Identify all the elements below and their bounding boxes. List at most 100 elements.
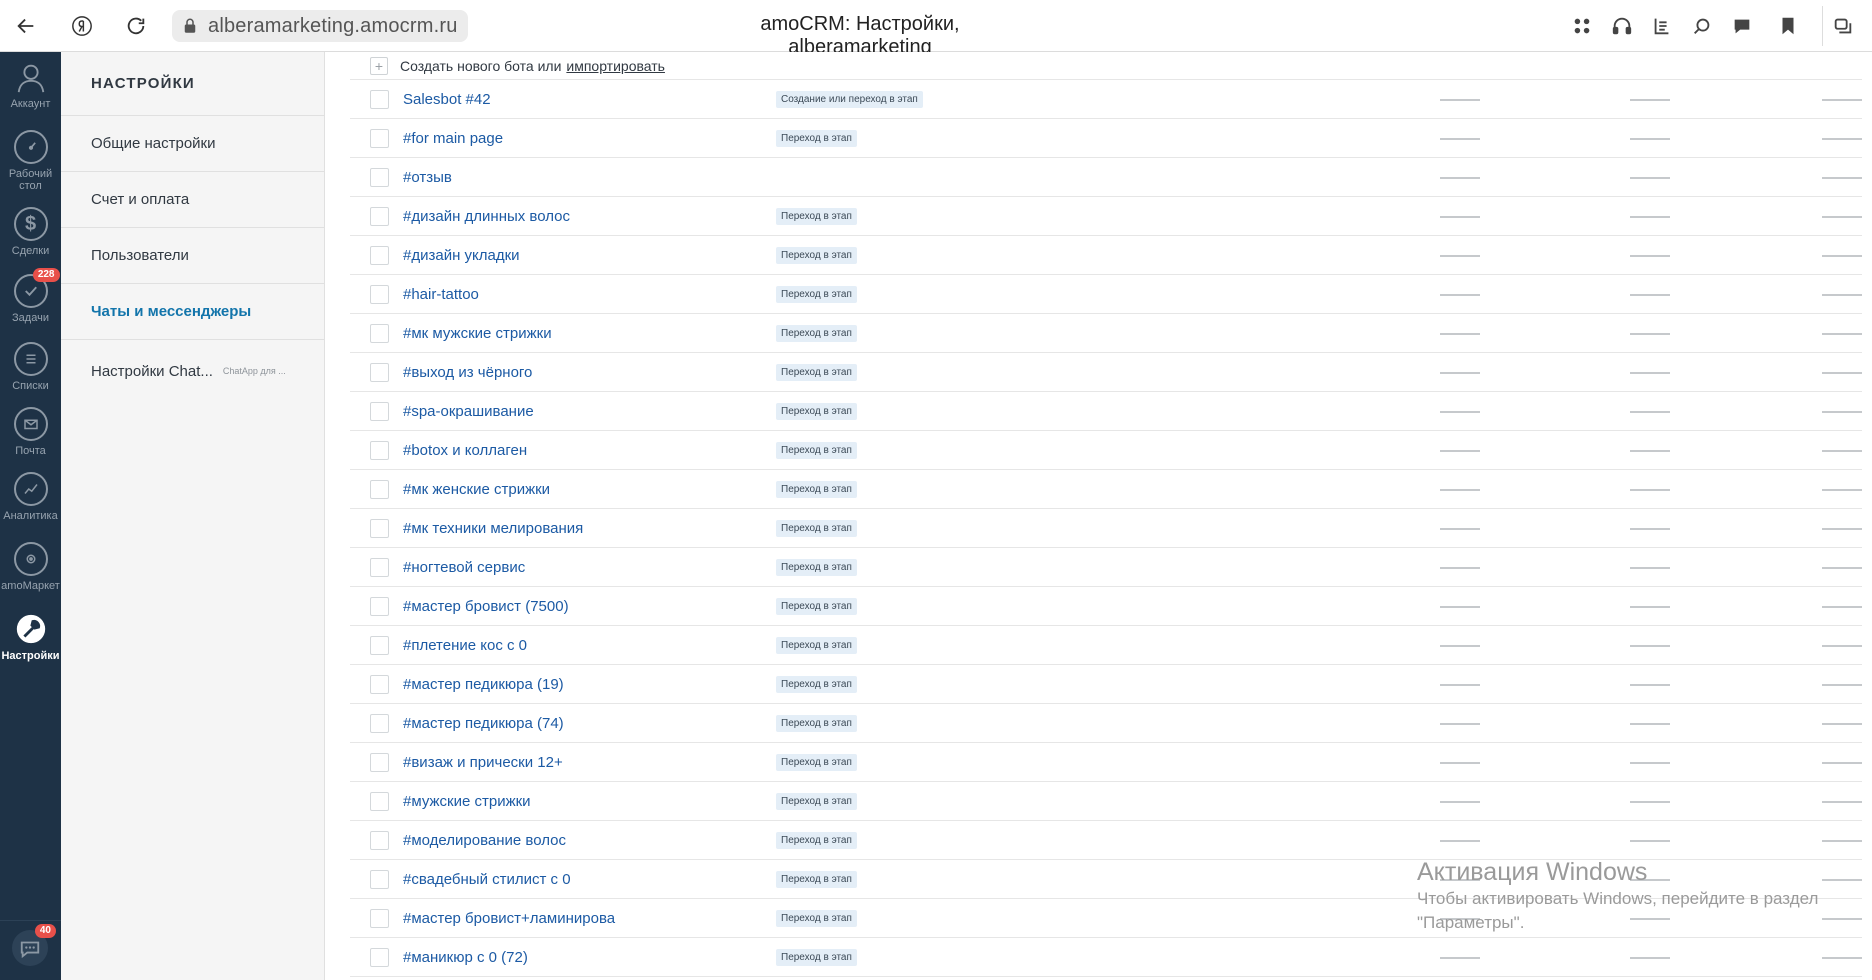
trigger-badge: Переход в этап: [776, 286, 857, 303]
bot-name-link[interactable]: #плетение кос с 0: [403, 637, 527, 654]
chats-button[interactable]: 40: [12, 924, 56, 966]
row-checkbox[interactable]: [370, 792, 389, 811]
settings-item-chatapp[interactable]: Настройки Chat... ChatApp для ...: [61, 340, 324, 402]
bot-name-link[interactable]: #мк женские стрижки: [403, 481, 550, 498]
nav-item-analytics[interactable]: Аналитика: [0, 472, 61, 522]
tasks-badge: 228: [32, 268, 60, 282]
sidebar-icon: [1834, 18, 1851, 34]
bot-row: #for main page Переход в этап: [350, 119, 1862, 158]
empty-value-dash: [1630, 723, 1670, 725]
alice-button[interactable]: [1602, 6, 1642, 46]
empty-value-dash: [1630, 528, 1670, 530]
nav-item-account[interactable]: Аккаунт: [0, 60, 61, 110]
back-button[interactable]: [10, 11, 42, 41]
plus-icon[interactable]: +: [370, 56, 388, 75]
row-checkbox[interactable]: [370, 519, 389, 538]
bot-name-link[interactable]: #свадебный стилист с 0: [403, 871, 571, 888]
empty-value-dash: [1630, 567, 1670, 569]
settings-item-users[interactable]: Пользователи: [61, 228, 324, 284]
bot-name-link[interactable]: #мастер бровист+ламинирова: [403, 910, 615, 927]
sidebar-button[interactable]: [1822, 6, 1862, 46]
address-bar[interactable]: alberamarketing.amocrm.ru: [172, 10, 468, 42]
bot-name-link[interactable]: #hair-tattoo: [403, 286, 479, 303]
chat-icon: [20, 941, 40, 959]
empty-value-dash: [1440, 528, 1480, 530]
empty-value-dash: [1440, 567, 1480, 569]
row-checkbox[interactable]: [370, 675, 389, 694]
row-checkbox[interactable]: [370, 714, 389, 733]
nav-item-lists[interactable]: Списки: [0, 342, 61, 392]
bot-name-link[interactable]: #дизайн укладки: [403, 247, 520, 264]
empty-value-dash: [1630, 684, 1670, 686]
bot-row: #мк женские стрижки Переход в этап: [350, 470, 1862, 509]
bot-name-link[interactable]: #визаж и прически 12+: [403, 754, 563, 771]
settings-item-general[interactable]: Общие настройки: [61, 116, 324, 172]
empty-value-dash: [1822, 762, 1862, 764]
bot-name-link[interactable]: #мастер педикюра (74): [403, 715, 564, 732]
row-checkbox[interactable]: [370, 129, 389, 148]
bot-name-link[interactable]: #выход из чёрного: [403, 364, 532, 381]
search-page-button[interactable]: [1682, 6, 1722, 46]
analytics-icon: [13, 472, 48, 506]
row-checkbox[interactable]: [370, 597, 389, 616]
row-checkbox[interactable]: [370, 909, 389, 928]
settings-item-label: Настройки Chat...: [91, 362, 213, 380]
bot-name-link[interactable]: #маникюр с 0 (72): [403, 949, 528, 966]
nav-item-tasks[interactable]: 228 Задачи: [0, 268, 61, 324]
settings-item-label: Пользователи: [91, 247, 189, 264]
yandex-button[interactable]: [66, 11, 98, 41]
tasks-icon: 228: [13, 268, 60, 308]
row-checkbox[interactable]: [370, 480, 389, 499]
row-checkbox[interactable]: [370, 168, 389, 187]
empty-value-dash: [1630, 645, 1670, 647]
bookmark-button[interactable]: [1768, 6, 1808, 46]
empty-value-dash: [1630, 450, 1670, 452]
bot-name-link[interactable]: #мужские стрижки: [403, 793, 531, 810]
empty-value-dash: [1440, 762, 1480, 764]
row-checkbox[interactable]: [370, 870, 389, 889]
row-checkbox[interactable]: [370, 363, 389, 382]
bot-name-link[interactable]: #for main page: [403, 130, 503, 147]
nav-item-deals[interactable]: $ Сделки: [0, 207, 61, 257]
reload-button[interactable]: [120, 11, 152, 41]
bot-name-link[interactable]: #мк техники мелирования: [403, 520, 583, 537]
row-checkbox[interactable]: [370, 90, 389, 109]
row-checkbox[interactable]: [370, 402, 389, 421]
nav-item-amomarket[interactable]: amoМаркет: [0, 542, 61, 592]
row-checkbox[interactable]: [370, 207, 389, 226]
row-checkbox[interactable]: [370, 285, 389, 304]
apps-button[interactable]: [1562, 6, 1602, 46]
row-checkbox[interactable]: [370, 831, 389, 850]
chat-button[interactable]: [1722, 6, 1762, 46]
settings-item-chats[interactable]: Чаты и мессенджеры: [61, 284, 324, 340]
amomarket-icon: [13, 542, 48, 576]
row-checkbox[interactable]: [370, 441, 389, 460]
bot-name-link[interactable]: #дизайн длинных волос: [403, 208, 570, 225]
nav-item-mail[interactable]: Почта: [0, 407, 61, 457]
bot-name-link[interactable]: #мк мужские стрижки: [403, 325, 552, 342]
bot-name-link[interactable]: #мастер педикюра (19): [403, 676, 564, 693]
row-checkbox[interactable]: [370, 324, 389, 343]
lock-icon: [180, 16, 200, 36]
row-checkbox[interactable]: [370, 636, 389, 655]
reader-button[interactable]: [1642, 6, 1682, 46]
row-checkbox[interactable]: [370, 558, 389, 577]
row-checkbox[interactable]: [370, 246, 389, 265]
settings-item-billing[interactable]: Счет и оплата: [61, 172, 324, 228]
bot-row: #плетение кос с 0 Переход в этап: [350, 626, 1862, 665]
import-link[interactable]: импортировать: [566, 58, 665, 74]
windows-activation-watermark: Активация Windows Чтобы активировать Win…: [1417, 857, 1857, 935]
bot-name-link[interactable]: #ногтевой сервис: [403, 559, 525, 576]
bot-name-link[interactable]: #отзыв: [403, 169, 452, 186]
nav-item-dashboard[interactable]: Рабочий стол: [0, 130, 61, 192]
bot-row: #маникюр с 0 (72) Переход в этап: [350, 938, 1862, 977]
bot-name-link[interactable]: #мастер бровист (7500): [403, 598, 569, 615]
row-checkbox[interactable]: [370, 753, 389, 772]
nav-item-settings[interactable]: Настройки: [0, 612, 61, 662]
bot-name-link[interactable]: #botox и коллаген: [403, 442, 527, 459]
trigger-badge: Переход в этап: [776, 793, 857, 810]
bot-name-link[interactable]: #моделирование волос: [403, 832, 566, 849]
bot-name-link[interactable]: Salesbot #42: [403, 91, 491, 108]
row-checkbox[interactable]: [370, 948, 389, 967]
bot-name-link[interactable]: #spa-окрашивание: [403, 403, 534, 420]
